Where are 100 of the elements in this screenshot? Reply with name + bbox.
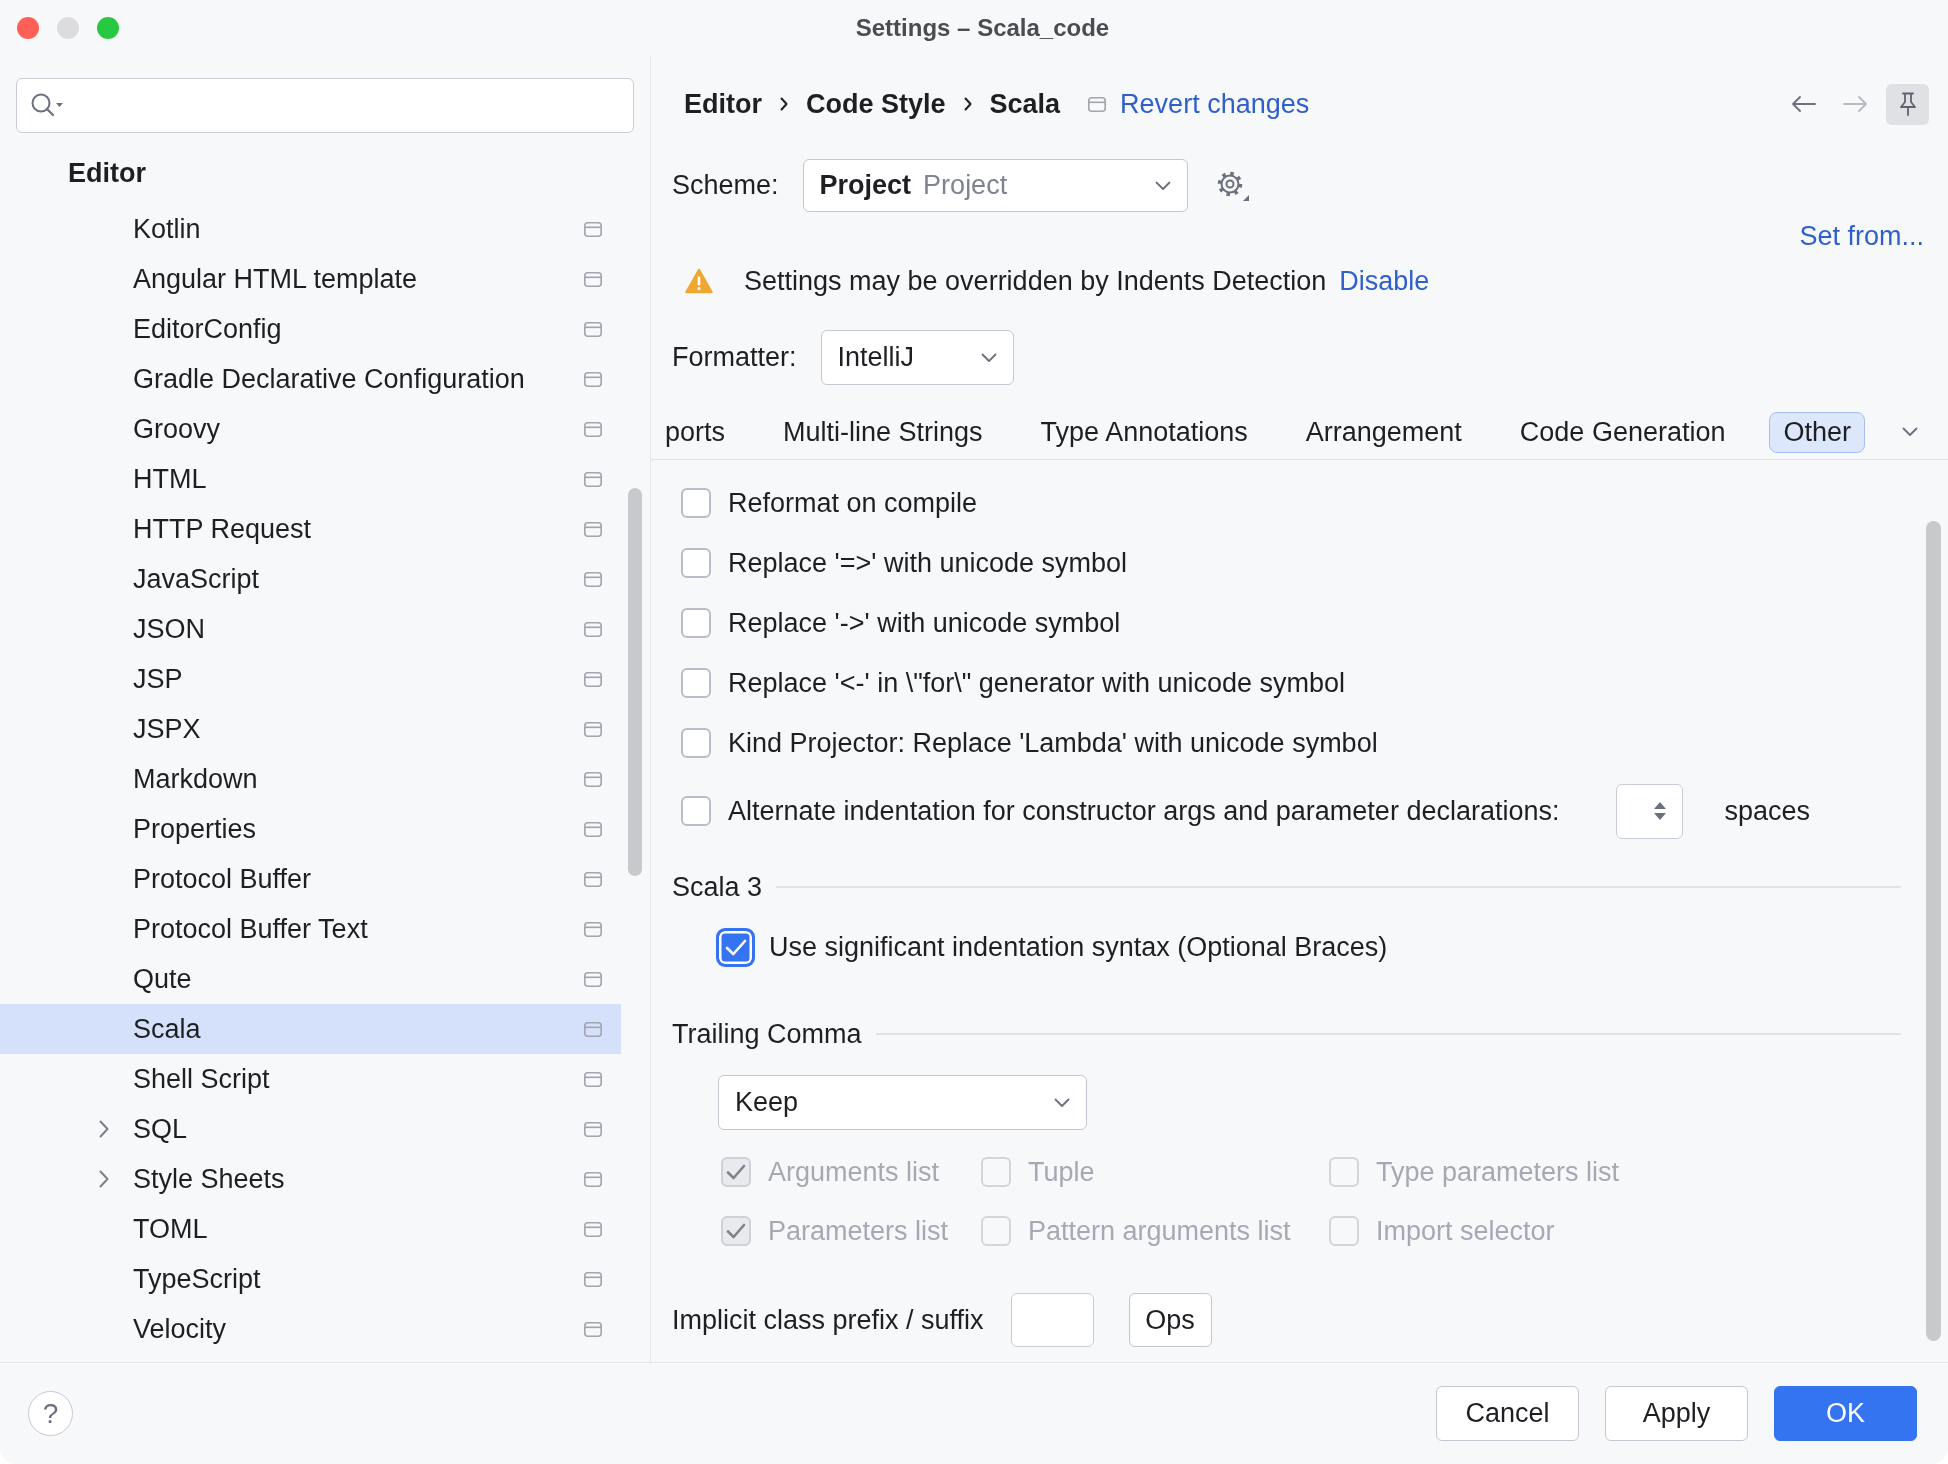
scrollbar-thumb[interactable] [628, 488, 642, 876]
gear-icon [1215, 169, 1250, 202]
breadcrumb-item[interactable]: Code Style [806, 87, 946, 121]
window-icon [584, 1321, 602, 1337]
window-icon [584, 271, 602, 287]
tree-item[interactable]: SQL [0, 1104, 621, 1154]
arrow-right-icon [1842, 95, 1868, 113]
disable-link[interactable]: Disable [1339, 264, 1430, 298]
revert-changes-link[interactable]: Revert changes [1120, 87, 1310, 121]
scheme-dropdown[interactable]: Project Project [802, 159, 1188, 212]
checkbox-label[interactable]: Replace '->' with unicode symbol [728, 606, 1121, 640]
tree-item[interactable]: Kotlin [0, 204, 621, 254]
checkbox[interactable] [681, 668, 711, 698]
window-icon [584, 1121, 602, 1137]
scheme-settings-button[interactable] [1215, 169, 1250, 202]
checkmark-icon [726, 1164, 746, 1180]
checkbox[interactable] [681, 488, 711, 518]
dialog-button[interactable]: Cancel [1436, 1386, 1579, 1441]
chevron-down-icon [1054, 1097, 1070, 1108]
tree-item[interactable]: JSON [0, 604, 621, 654]
window-icon [584, 371, 602, 387]
window-icon [584, 1221, 602, 1237]
tree-item[interactable]: Angular HTML template [0, 254, 621, 304]
tree-item[interactable]: Qute [0, 954, 621, 1004]
window-icon [584, 221, 602, 237]
tree-item[interactable]: Velocity [0, 1304, 621, 1354]
window-icon [584, 621, 602, 637]
tree-item[interactable]: Markdown [0, 754, 621, 804]
input-field[interactable] [1010, 1293, 1094, 1347]
tree-item[interactable]: Protocol Buffer [0, 854, 621, 904]
tab[interactable]: Type Annotations [1026, 411, 1262, 453]
checkbox-label[interactable]: Replace '=>' with unicode symbol [728, 546, 1128, 580]
tree-item[interactable]: TOML [0, 1204, 621, 1254]
formatter-dropdown[interactable]: IntelliJ [820, 330, 1014, 385]
ok-button[interactable]: OK [1774, 1386, 1917, 1441]
tree-item[interactable]: JSP [0, 654, 621, 704]
trailing-comma-dropdown[interactable]: Keep [718, 1075, 1087, 1130]
checkbox[interactable] [716, 927, 755, 967]
tree-item[interactable]: JSPX [0, 704, 621, 754]
checkbox-label[interactable]: Replace '<-' in \"for\" generator with unicode symbol [728, 666, 1346, 700]
tree-item[interactable]: JavaScript [0, 554, 621, 604]
dialog-button[interactable]: Apply [1605, 1386, 1748, 1441]
more-tabs-button[interactable] [1902, 427, 1918, 437]
tree-item[interactable]: HTTP Request [0, 504, 621, 554]
window-icon [1088, 96, 1107, 112]
checkbox-label[interactable]: Reformat on compile [728, 486, 978, 520]
tree-item[interactable]: TypeScript [0, 1254, 621, 1304]
window-icon [584, 1271, 602, 1287]
window-icon [584, 671, 602, 687]
tree-item[interactable]: EditorConfig [0, 304, 621, 354]
tree-item[interactable]: Protocol Buffer Text [0, 904, 621, 954]
checkmark-icon [724, 938, 747, 956]
section-heading: Scala 3 [672, 870, 763, 904]
tree-item[interactable]: Style Sheets [0, 1154, 621, 1204]
tree-item[interactable]: HTML [0, 454, 621, 504]
window-icon [584, 921, 602, 937]
tree-item[interactable]: Shell Script [0, 1054, 621, 1104]
checkbox[interactable] [681, 608, 711, 638]
checkbox-label[interactable]: Kind Projector: Replace 'Lambda' with unicode symbol [728, 726, 1378, 760]
checkbox[interactable] [681, 548, 711, 578]
unit-label: spaces [1724, 794, 1811, 828]
zoom-button[interactable] [97, 17, 119, 39]
tab[interactable]: Arrangement [1291, 411, 1476, 453]
number-spinner[interactable] [1616, 783, 1684, 839]
ops-button[interactable]: Ops [1128, 1293, 1212, 1347]
checkmark-icon [726, 1223, 746, 1239]
chevron-down-icon [980, 352, 997, 363]
tree-item[interactable]: Properties [0, 804, 621, 854]
search-field[interactable] [16, 78, 634, 133]
tab[interactable]: Other [1769, 411, 1865, 453]
window-icon [584, 721, 602, 737]
window-icon [584, 821, 602, 837]
window-icon [584, 1171, 602, 1187]
tree-item[interactable]: Groovy [0, 404, 621, 454]
set-from-link[interactable]: Set from... [1799, 219, 1924, 253]
field-label: Implicit class prefix / suffix [672, 1303, 984, 1337]
window-icon [584, 871, 602, 887]
tab[interactable]: Multi-line Strings [769, 411, 997, 453]
scrollbar-thumb[interactable] [1926, 521, 1941, 1341]
window-icon [584, 571, 602, 587]
pin-button[interactable] [1886, 83, 1929, 125]
checkbox-label[interactable]: Alternate indentation for constructor args and parameter declarations: [728, 794, 1560, 828]
breadcrumb-item[interactable]: Editor [684, 87, 762, 121]
window-icon [584, 771, 602, 787]
back-button[interactable] [1791, 95, 1817, 113]
up-down-arrows-icon [1653, 800, 1668, 822]
checkbox[interactable] [681, 728, 711, 758]
tree-item[interactable]: Gradle Declarative Configuration [0, 354, 621, 404]
window-icon [584, 971, 602, 987]
checkbox[interactable] [681, 796, 711, 826]
tab[interactable]: Code Generation [1505, 411, 1740, 453]
chevron-down-icon [1154, 180, 1171, 191]
checkbox-label[interactable]: Use significant indentation syntax (Optional Braces) [769, 930, 1388, 964]
tree-item[interactable]: Scala [0, 1004, 621, 1054]
close-button[interactable] [17, 17, 39, 39]
tab[interactable]: ports [651, 411, 740, 453]
breadcrumb-item[interactable]: Scala [989, 87, 1061, 121]
tree-heading[interactable]: Editor [68, 156, 146, 190]
field-label: Formatter: [672, 341, 797, 374]
help-button[interactable]: ? [28, 1391, 73, 1436]
